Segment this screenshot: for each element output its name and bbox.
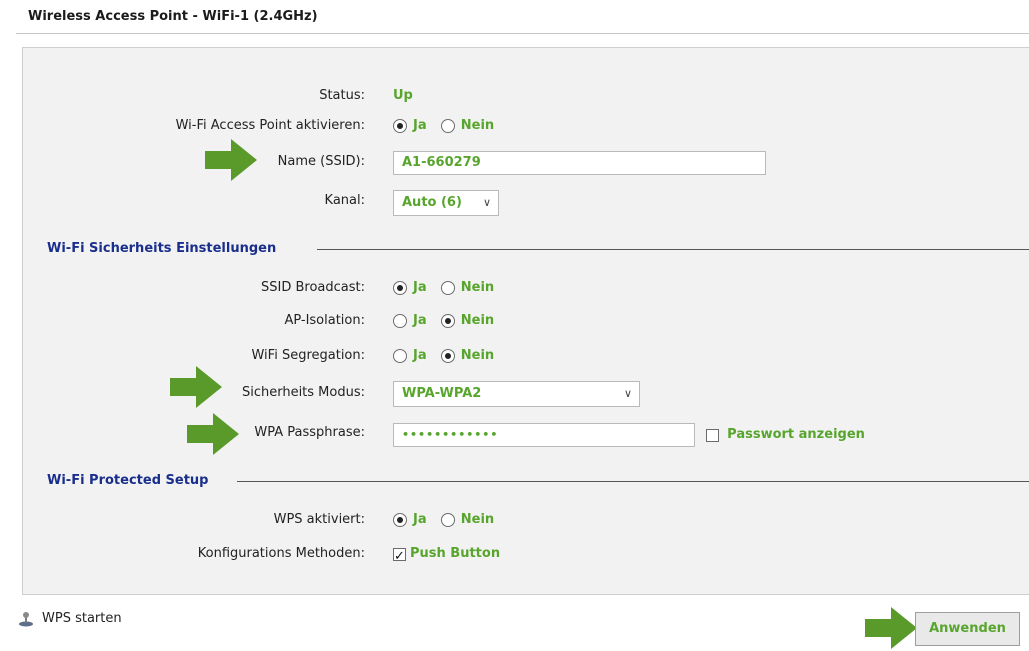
wifi-segregation-nein-option[interactable]: Nein <box>440 344 495 369</box>
ap-isolation-row: AP-Isolation: Ja Nein <box>23 309 1023 333</box>
radio-ja[interactable] <box>393 281 407 295</box>
radio-nein-label: Nein <box>460 313 495 328</box>
ssid-broadcast-options: Ja Nein <box>393 276 504 301</box>
radio-nein-label: Nein <box>460 512 495 527</box>
status-row: Status: Up <box>23 84 1023 108</box>
settings-panel: Status: Up Wi-Fi Access Point aktivieren… <box>22 47 1029 595</box>
arrow-right-icon <box>170 366 222 408</box>
status-value: Up <box>393 88 413 103</box>
wifi-segregation-row: WiFi Segregation: Ja Nein <box>23 344 1023 368</box>
ssid-broadcast-label: SSID Broadcast: <box>261 280 365 295</box>
radio-nein[interactable] <box>440 281 455 295</box>
apply-button[interactable]: Anwenden <box>915 612 1020 646</box>
status-label: Status: <box>319 88 365 103</box>
wps-enabled-ja-option[interactable]: Ja <box>393 508 427 533</box>
ap-enable-nein-option[interactable]: Nein <box>440 114 495 139</box>
arrow-right-icon <box>205 139 257 181</box>
wps-enabled-options: Ja Nein <box>393 508 504 533</box>
passphrase-input[interactable]: •••••••••••• <box>393 423 695 447</box>
wps-joystick-icon <box>19 611 33 626</box>
ssid-broadcast-ja-option[interactable]: Ja <box>393 276 427 301</box>
ap-isolation-label: AP-Isolation: <box>284 313 365 328</box>
passphrase-label: WPA Passphrase: <box>254 425 365 440</box>
channel-select[interactable]: Auto (6) ∨ <box>393 190 499 216</box>
security-section-title: Wi-Fi Sicherheits Einstellungen <box>47 241 283 256</box>
config-methods-label: Konfigurations Methoden: <box>197 546 365 561</box>
radio-nein[interactable] <box>440 314 455 328</box>
ssid-label: Name (SSID): <box>277 154 365 169</box>
show-password-label: Passwort anzeigen <box>727 427 865 442</box>
radio-nein[interactable] <box>440 119 455 133</box>
page-title: Wireless Access Point - WiFi-1 (2.4GHz) <box>28 9 318 24</box>
wifi-segregation-ja-option[interactable]: Ja <box>393 344 427 369</box>
wps-enabled-row: WPS aktiviert: Ja Nein <box>23 508 1023 532</box>
push-button-label: Push Button <box>410 546 501 561</box>
ssid-input[interactable]: A1-660279 <box>393 151 766 175</box>
radio-ja[interactable] <box>393 314 407 328</box>
wps-enabled-label: WPS aktiviert: <box>273 512 365 527</box>
channel-value: Auto (6) <box>402 195 462 210</box>
radio-nein-label: Nein <box>460 280 495 295</box>
radio-ja-label: Ja <box>413 512 427 527</box>
wifi-segregation-options: Ja Nein <box>393 344 504 369</box>
push-button-option[interactable]: Push Button <box>393 542 501 569</box>
show-password-checkbox[interactable] <box>706 428 719 442</box>
ap-isolation-ja-option[interactable]: Ja <box>393 309 427 334</box>
ap-enable-options: Ja Nein <box>393 114 504 139</box>
ap-enable-ja-option[interactable]: Ja <box>393 114 427 139</box>
wps-enabled-nein-option[interactable]: Nein <box>440 508 495 533</box>
radio-nein-label: Nein <box>460 118 495 133</box>
config-methods-row: Konfigurations Methoden: Push Button <box>23 542 1023 569</box>
ssid-broadcast-nein-option[interactable]: Nein <box>440 276 495 301</box>
wps-start-link[interactable]: WPS starten <box>18 609 122 629</box>
radio-ja-label: Ja <box>413 280 427 295</box>
ap-enable-row: Wi-Fi Access Point aktivieren: Ja Nein <box>23 114 1023 138</box>
wps-section-title: Wi-Fi Protected Setup <box>47 473 215 488</box>
arrow-right-icon <box>865 607 917 649</box>
ap-isolation-options: Ja Nein <box>393 309 504 334</box>
chevron-down-icon: ∨ <box>482 196 491 209</box>
radio-ja[interactable] <box>393 119 407 133</box>
show-password-toggle[interactable]: Passwort anzeigen <box>706 427 865 444</box>
radio-ja-label: Ja <box>413 348 427 363</box>
arrow-right-icon <box>187 413 239 455</box>
push-button-checkbox[interactable] <box>393 545 406 569</box>
radio-ja-label: Ja <box>413 313 427 328</box>
radio-nein[interactable] <box>440 349 455 363</box>
ap-enable-label: Wi-Fi Access Point aktivieren: <box>175 118 365 133</box>
ssid-broadcast-row: SSID Broadcast: Ja Nein <box>23 276 1023 300</box>
channel-label: Kanal: <box>324 193 365 208</box>
security-mode-select[interactable]: WPA-WPA2 ∨ <box>393 381 640 407</box>
chevron-down-icon: ∨ <box>623 387 632 400</box>
section-divider <box>317 249 1029 250</box>
ap-isolation-nein-option[interactable]: Nein <box>440 309 495 334</box>
window-title-bar: Wireless Access Point - WiFi-1 (2.4GHz) <box>16 0 1029 34</box>
radio-ja-label: Ja <box>413 118 427 133</box>
security-section-header: Wi-Fi Sicherheits Einstellungen <box>47 241 1029 257</box>
channel-row: Kanal: <box>23 189 1023 213</box>
wps-section-header: Wi-Fi Protected Setup <box>47 473 1029 489</box>
section-divider <box>237 481 1029 482</box>
wps-start-label: WPS starten <box>42 611 122 626</box>
security-mode-value: WPA-WPA2 <box>402 386 482 401</box>
wifi-segregation-label: WiFi Segregation: <box>251 348 365 363</box>
radio-nein[interactable] <box>440 513 455 527</box>
radio-nein-label: Nein <box>460 348 495 363</box>
radio-ja[interactable] <box>393 513 407 527</box>
radio-ja[interactable] <box>393 349 407 363</box>
